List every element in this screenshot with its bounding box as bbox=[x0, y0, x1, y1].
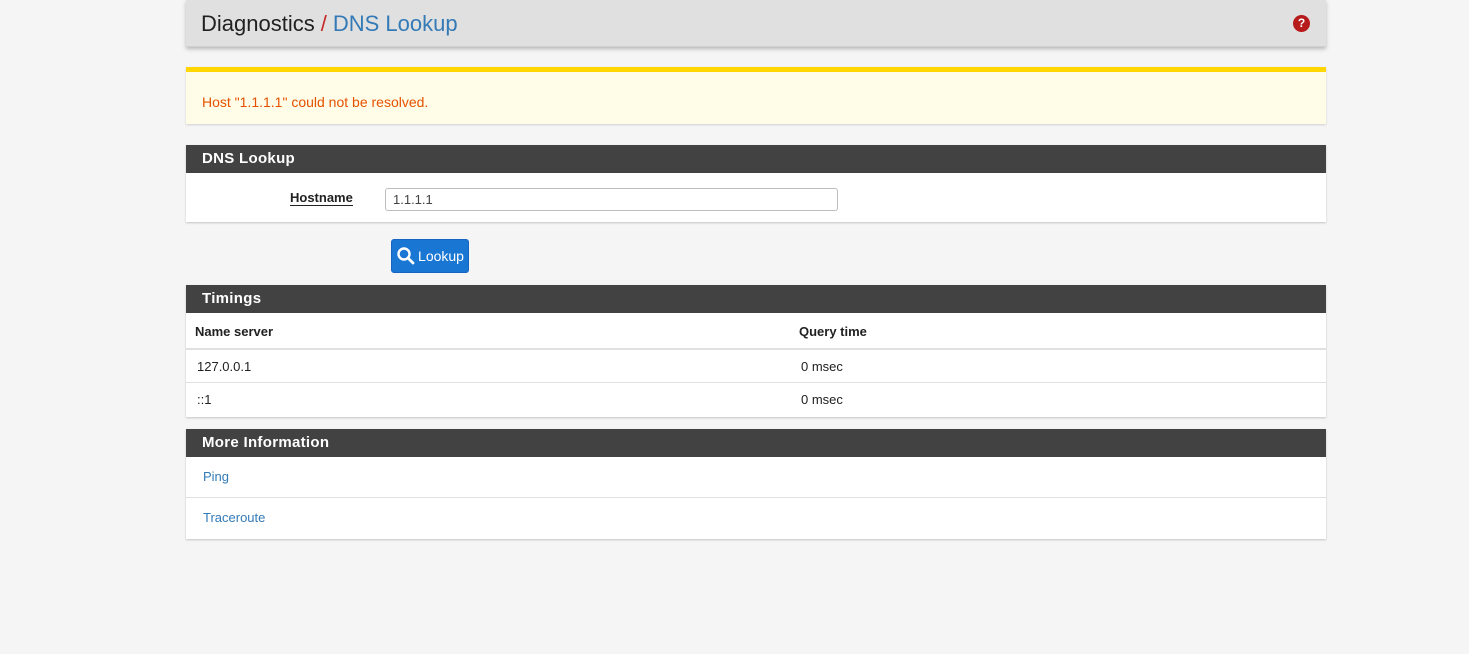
search-icon bbox=[397, 247, 415, 265]
more-information-panel-title: More Information bbox=[186, 429, 1326, 457]
timings-table-header: Name server Query time bbox=[186, 313, 1326, 350]
column-header-query-time: Query time bbox=[799, 324, 867, 339]
alert-message: Host "1.1.1.1" could not be resolved. bbox=[202, 94, 429, 110]
table-row: ::1 0 msec bbox=[186, 383, 1326, 416]
list-item: Ping bbox=[186, 457, 1326, 498]
help-icon[interactable]: ? bbox=[1293, 15, 1310, 32]
lookup-button-label: Lookup bbox=[418, 248, 464, 264]
timings-panel-title: Timings bbox=[186, 285, 1326, 313]
warning-alert: Host "1.1.1.1" could not be resolved. bbox=[186, 67, 1326, 124]
column-header-name-server: Name server bbox=[195, 324, 274, 339]
ping-link[interactable]: Ping bbox=[203, 469, 229, 484]
query-time-cell: 0 msec bbox=[801, 392, 843, 407]
breadcrumb-page-title[interactable]: DNS Lookup bbox=[333, 11, 458, 36]
list-item: Traceroute bbox=[186, 498, 1326, 539]
dns-lookup-panel-title: DNS Lookup bbox=[186, 145, 1326, 173]
name-server-cell: 127.0.0.1 bbox=[197, 359, 252, 374]
page-header: Diagnostics / DNS Lookup ? bbox=[186, 0, 1326, 47]
hostname-label: Hostname bbox=[290, 190, 353, 206]
timings-panel: Timings Name server Query time 127.0.0.1… bbox=[186, 285, 1326, 417]
query-time-cell: 0 msec bbox=[801, 359, 843, 374]
more-information-panel: More Information Ping Traceroute bbox=[186, 429, 1326, 539]
name-server-cell: ::1 bbox=[197, 392, 212, 407]
breadcrumb: Diagnostics / DNS Lookup bbox=[201, 11, 458, 37]
traceroute-link[interactable]: Traceroute bbox=[203, 510, 265, 525]
dns-lookup-panel: DNS Lookup Hostname bbox=[186, 145, 1326, 222]
breadcrumb-section: Diagnostics bbox=[201, 11, 315, 36]
breadcrumb-separator: / bbox=[320, 11, 327, 36]
lookup-button[interactable]: Lookup bbox=[391, 239, 469, 273]
hostname-input[interactable] bbox=[385, 188, 838, 211]
table-row: 127.0.0.1 0 msec bbox=[186, 350, 1326, 383]
